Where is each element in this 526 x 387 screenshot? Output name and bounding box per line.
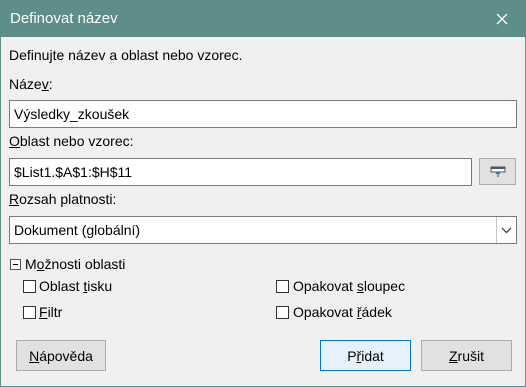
print-range-checkbox[interactable] [23, 280, 36, 293]
options-header[interactable]: Možnosti oblasti [25, 256, 125, 272]
dialog-title: Definovat název [10, 10, 118, 27]
repeat-column-label[interactable]: Opakovat sloupec [293, 278, 405, 294]
range-label: Oblast nebo vzorec: [9, 133, 134, 149]
intro-text: Definujte název a oblast nebo vzorec. [9, 47, 243, 63]
filter-checkbox[interactable] [23, 306, 36, 319]
repeat-row-checkbox[interactable] [276, 306, 289, 319]
shrink-icon [490, 166, 505, 177]
range-input[interactable]: $List1.$A$1:$H$11 [9, 158, 472, 186]
repeat-row-label[interactable]: Opakovat řádek [293, 304, 392, 320]
help-button[interactable]: Nápověda [16, 340, 106, 371]
collapse-icon[interactable] [10, 259, 21, 270]
shrink-button[interactable] [479, 158, 516, 185]
print-range-label[interactable]: Oblast tisku [39, 278, 112, 294]
scope-label: Rozsah platnosti: [9, 191, 117, 207]
cancel-button[interactable]: Zrušit [421, 340, 512, 371]
add-button[interactable]: Př idat [320, 340, 411, 371]
name-input[interactable]: Výsledky_zkoušek [9, 100, 517, 128]
title-bar: Definovat název [1, 1, 525, 37]
name-label: Název: [9, 76, 53, 92]
close-icon [496, 13, 508, 25]
filter-label[interactable]: Filtr [39, 304, 62, 320]
define-name-dialog: Definovat název Definujte název a oblast… [0, 0, 526, 387]
scope-value: Dokument (globální) [14, 222, 141, 238]
dropdown-arrow-icon[interactable] [496, 217, 516, 243]
close-button[interactable] [479, 1, 525, 37]
repeat-column-checkbox[interactable] [276, 280, 289, 293]
scope-select[interactable]: Dokument (globální) [9, 216, 517, 244]
